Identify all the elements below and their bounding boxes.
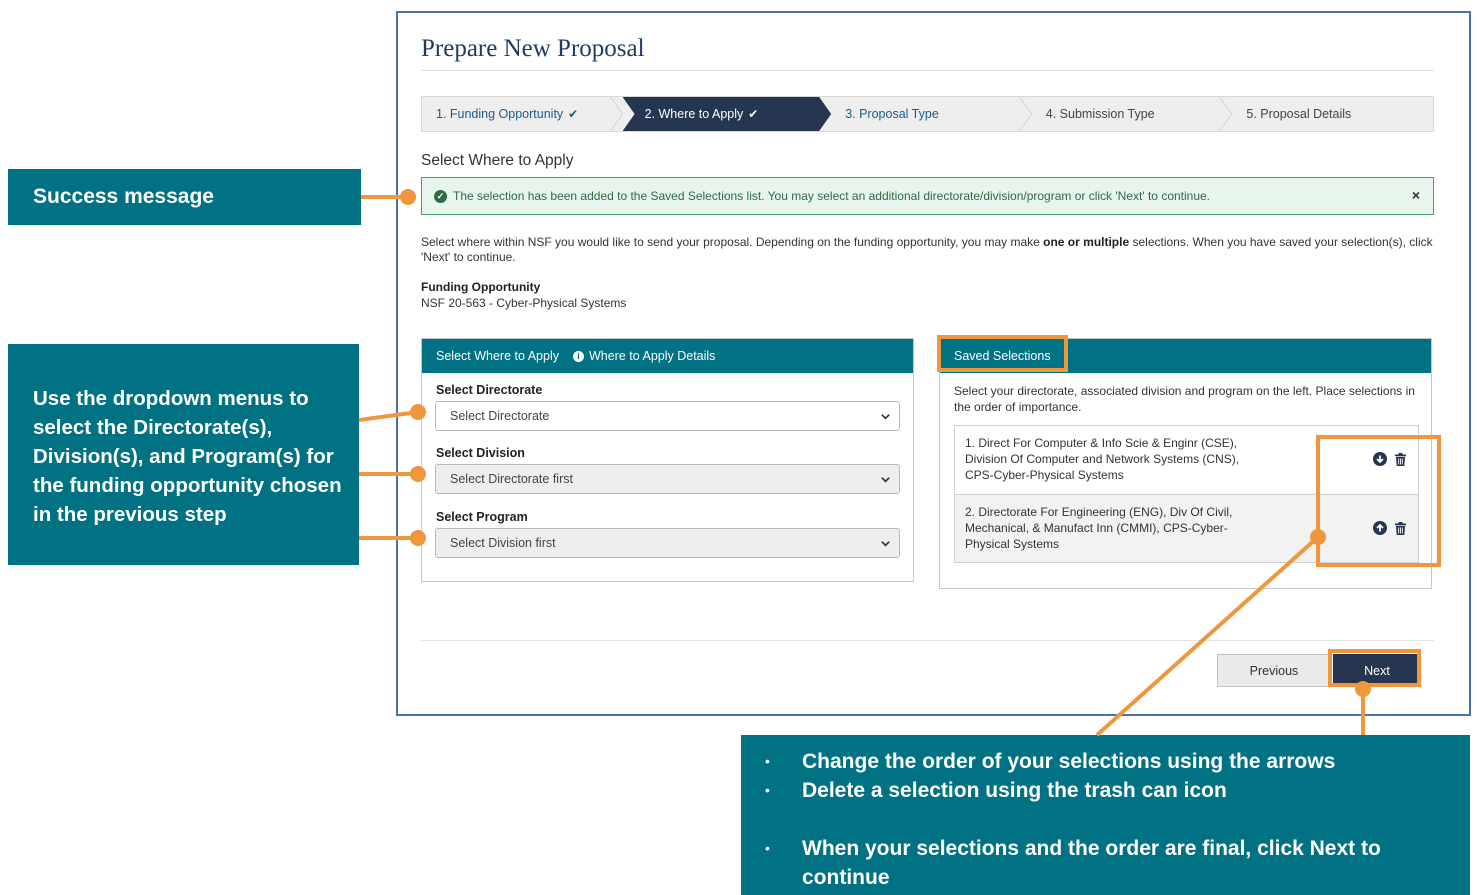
- program-select[interactable]: Select Division first: [435, 528, 900, 558]
- directorate-label: Select Directorate: [436, 383, 543, 397]
- item-actions: [1373, 452, 1406, 466]
- chevron-down-icon: [881, 477, 890, 483]
- step-label: 2. Where to Apply: [644, 107, 744, 121]
- trash-icon[interactable]: [1395, 521, 1406, 535]
- page-title: Prepare New Proposal: [421, 35, 645, 62]
- alert-message: The selection has been added to the Save…: [453, 189, 1211, 203]
- callout-bullet: Delete a selection using the trash can i…: [741, 776, 1470, 805]
- intro-text-bold: one or multiple: [1043, 235, 1130, 249]
- checkmark-icon: ✔: [748, 107, 759, 121]
- select-where-panel: Select Where to Apply i Where to Apply D…: [421, 338, 914, 582]
- step-funding-opportunity[interactable]: 1. Funding Opportunity ✔: [422, 97, 623, 131]
- success-alert: ✓ The selection has been added to the Sa…: [421, 177, 1434, 215]
- selection-text: 2. Directorate For Engineering (ENG), Di…: [965, 505, 1233, 551]
- intro-text: Select where within NSF you would like t…: [421, 235, 1434, 265]
- checkmark-icon: ✔: [568, 107, 579, 121]
- section-heading: Select Where to Apply: [421, 152, 574, 169]
- info-icon: i: [572, 350, 584, 362]
- program-label: Select Program: [436, 510, 528, 524]
- success-callout: Success message: [8, 169, 361, 225]
- step-label: 5. Proposal Details: [1246, 107, 1352, 121]
- selection-text: 1. Direct For Computer & Info Scie & Eng…: [965, 436, 1240, 482]
- dropdowns-callout: Use the dropdown menus to select the Dir…: [8, 344, 359, 565]
- saved-selections-panel: Saved Selections Select your directorate…: [939, 338, 1432, 589]
- stage: Prepare New Proposal 1. Funding Opportun…: [0, 0, 1477, 895]
- funding-opportunity-label: Funding Opportunity: [421, 280, 541, 294]
- proposal-window: Prepare New Proposal 1. Funding Opportun…: [396, 11, 1471, 716]
- step-label: 1. Funding Opportunity: [436, 107, 564, 121]
- callout-spacer: [741, 805, 1470, 834]
- division-select-value: Select Directorate first: [450, 472, 573, 486]
- step-separator: [1018, 97, 1033, 131]
- step-separator: [609, 97, 623, 131]
- division-label: Select Division: [436, 446, 525, 460]
- arrow-up-icon[interactable]: [1373, 521, 1387, 535]
- trash-icon[interactable]: [1395, 452, 1406, 466]
- chevron-down-icon: [881, 541, 890, 547]
- step-label: 3. Proposal Type: [845, 107, 939, 121]
- step-submission-type[interactable]: 4. Submission Type: [1032, 97, 1233, 131]
- next-button[interactable]: Next: [1333, 654, 1421, 687]
- where-to-apply-details-link[interactable]: Where to Apply Details: [589, 349, 715, 363]
- funding-opportunity-value: NSF 20-563 - Cyber-Physical Systems: [421, 296, 627, 310]
- step-where-to-apply[interactable]: 2. Where to Apply ✔: [623, 97, 832, 131]
- list-item: 2. Directorate For Engineering (ENG), Di…: [955, 494, 1418, 562]
- panel-title: Select Where to Apply: [436, 349, 559, 363]
- program-select-value: Select Division first: [450, 536, 556, 550]
- close-icon[interactable]: ×: [1412, 187, 1420, 203]
- division-select[interactable]: Select Directorate first: [435, 464, 900, 494]
- saved-selections-list: 1. Direct For Computer & Info Scie & Eng…: [954, 425, 1419, 563]
- step-label: 4. Submission Type: [1045, 107, 1155, 121]
- step-proposal-details[interactable]: 5. Proposal Details: [1232, 97, 1433, 131]
- previous-button[interactable]: Previous: [1217, 654, 1331, 687]
- callout-bullet: Change the order of your selections usin…: [741, 747, 1470, 776]
- step-proposal-type[interactable]: 3. Proposal Type: [831, 97, 1033, 131]
- saved-selections-description: Select your directorate, associated divi…: [954, 384, 1415, 414]
- reorder-callout: Change the order of your selections usin…: [741, 735, 1470, 895]
- step-separator: [1219, 97, 1233, 131]
- item-actions: [1373, 521, 1406, 535]
- panel-title: Saved Selections: [954, 349, 1051, 363]
- arrow-down-icon[interactable]: [1373, 452, 1387, 466]
- callout-bullet: When your selections and the order are f…: [741, 834, 1470, 892]
- directorate-select[interactable]: Select Directorate: [435, 401, 900, 431]
- panel-header: Saved Selections: [940, 339, 1431, 373]
- check-circle-icon: ✓: [434, 189, 447, 203]
- list-item: 1. Direct For Computer & Info Scie & Eng…: [955, 426, 1418, 494]
- chevron-down-icon: [881, 414, 890, 420]
- intro-text-start: Select where within NSF you would like t…: [421, 235, 1044, 249]
- footer-divider: [421, 640, 1434, 641]
- directorate-select-value: Select Directorate: [450, 409, 550, 423]
- step-progress: 1. Funding Opportunity ✔ 2. Where to App…: [421, 96, 1434, 132]
- panel-header: Select Where to Apply i Where to Apply D…: [422, 339, 913, 373]
- title-divider: [421, 70, 1434, 71]
